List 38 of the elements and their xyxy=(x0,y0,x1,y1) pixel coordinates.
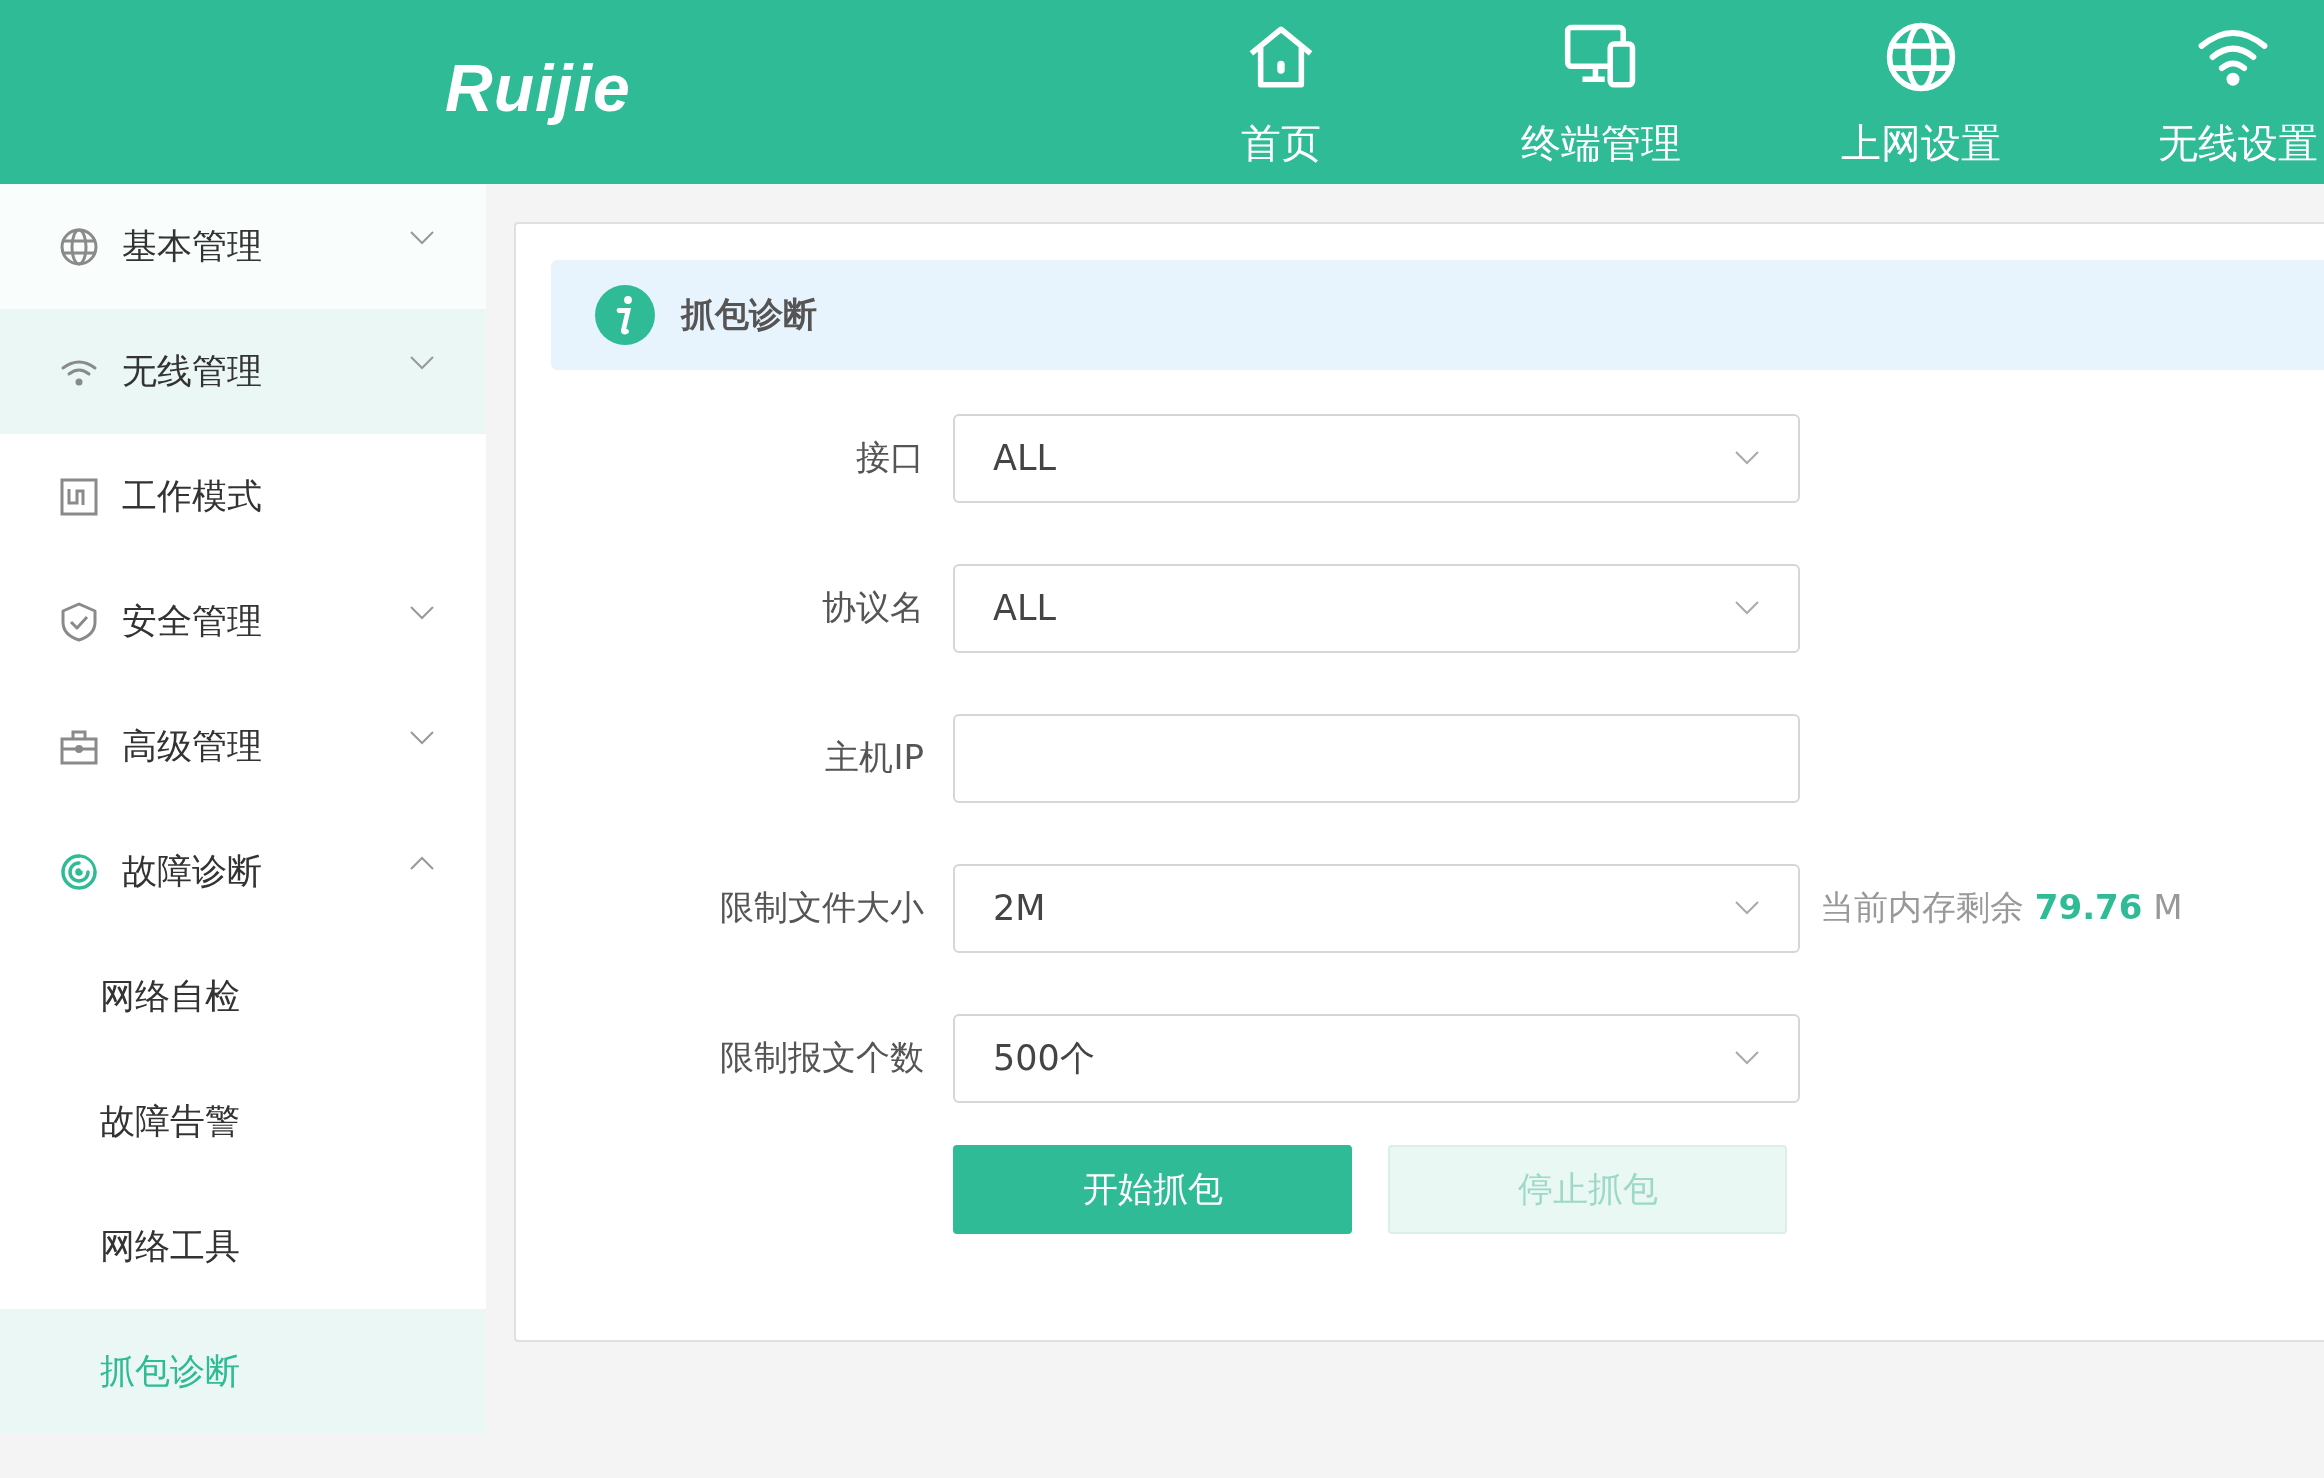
radar-icon xyxy=(59,851,99,892)
sidebar-label: 无线管理 xyxy=(122,350,262,393)
sidebar-label: 工作模式 xyxy=(122,475,262,518)
logo: Ruijie xyxy=(445,50,631,126)
sidebar-label: 基本管理 xyxy=(122,225,262,268)
globe-icon xyxy=(59,226,99,267)
field-label: 限制报文个数 xyxy=(719,1036,925,1079)
sidebar-item[interactable]: 工作模式 xyxy=(0,434,486,559)
sidebar-item[interactable]: 故障诊断 xyxy=(0,809,486,934)
dropdown[interactable]: 2M xyxy=(953,863,1800,953)
sidebar-label: 故障诊断 xyxy=(122,850,262,893)
shield-icon xyxy=(59,601,99,642)
sidebar-subitem[interactable]: 故障告警 xyxy=(0,1059,486,1184)
dropdown[interactable]: 500个 xyxy=(953,1013,1800,1103)
sidebar-label: 安全管理 xyxy=(122,600,262,643)
sidebar-subitem[interactable]: 网络自检 xyxy=(0,934,486,1059)
memory-note: 当前内存剩余 79.76 M xyxy=(1820,886,2183,929)
sidebar-label: 高级管理 xyxy=(122,725,262,768)
input-field[interactable] xyxy=(953,713,1800,803)
sidebar-subitem[interactable]: 网络工具 xyxy=(0,1184,486,1309)
chevron-down-icon xyxy=(1734,601,1760,615)
chevron-down-icon xyxy=(1734,451,1760,465)
field-label: 限制文件大小 xyxy=(719,886,925,929)
mode-icon xyxy=(59,476,99,517)
section-title: 抓包诊断 xyxy=(681,293,817,336)
globe-icon xyxy=(1884,20,1958,94)
field-label: 协议名 xyxy=(821,586,925,629)
chevron-down-icon xyxy=(1734,901,1760,915)
field-label: 接口 xyxy=(855,436,925,479)
info-icon xyxy=(595,285,655,345)
dropdown[interactable]: ALL xyxy=(953,413,1800,503)
sidebar-item[interactable]: 无线管理 xyxy=(0,309,486,434)
dropdown[interactable]: ALL xyxy=(953,563,1800,653)
sidebar-item[interactable]: 高级管理 xyxy=(0,684,486,809)
field-label: 主机IP xyxy=(824,736,925,779)
chevron-down-icon xyxy=(1734,1051,1760,1065)
sidebar-item[interactable]: 安全管理 xyxy=(0,559,486,684)
sidebar-item[interactable]: 基本管理 xyxy=(0,184,486,309)
